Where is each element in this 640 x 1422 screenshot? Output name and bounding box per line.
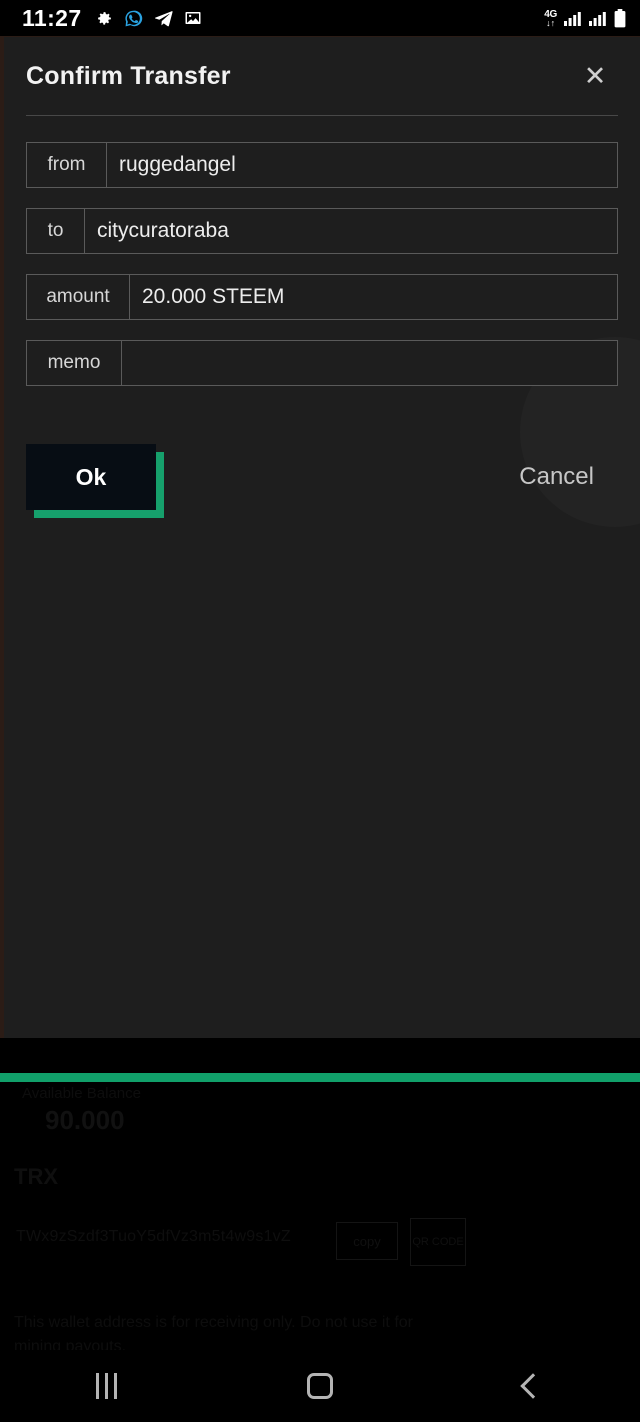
dialog-actions: Ok Cancel xyxy=(4,444,640,518)
gallery-icon xyxy=(185,12,201,24)
home-button[interactable] xyxy=(213,1350,426,1422)
field-value-amount[interactable]: 20.000 STEEM xyxy=(130,275,617,319)
battery-icon xyxy=(614,8,626,27)
field-row-amount: amount 20.000 STEEM xyxy=(26,274,618,320)
signal-strength-icon-sim1 xyxy=(564,11,581,26)
telegram-icon xyxy=(154,10,173,26)
back-button[interactable] xyxy=(427,1350,640,1422)
background-balance-label: Available Balance xyxy=(22,1085,141,1102)
page-title: Confirm Transfer xyxy=(26,61,231,90)
background-wallet-address: TWx9zSzdf3TuoY5dfVz3m5t4w9s1vZ xyxy=(16,1228,291,1245)
ok-button[interactable]: Ok xyxy=(26,444,156,510)
field-value-memo[interactable] xyxy=(122,341,617,385)
home-icon xyxy=(306,1373,333,1399)
status-bar: 11:27 4G ↓↑ xyxy=(0,0,640,36)
network-traffic-arrows: ↓↑ xyxy=(546,17,556,28)
background-balance-value: 90.000 xyxy=(45,1105,125,1135)
chevron-left-icon xyxy=(520,1373,547,1399)
field-row-memo: memo xyxy=(26,340,618,386)
field-row-from: from ruggedangel xyxy=(26,142,618,188)
close-icon[interactable]: ✕ xyxy=(578,59,612,93)
cancel-button[interactable]: Cancel xyxy=(519,463,618,491)
status-bar-system-icons: 4G ↓↑ xyxy=(544,8,626,28)
transfer-fields: from ruggedangel to citycuratoraba amoun… xyxy=(4,116,640,386)
phone-screen: 11:27 4G ↓↑ Available Balance 90.000 TRX… xyxy=(0,0,640,1422)
background-copy-button[interactable]: copy xyxy=(336,1222,398,1260)
status-bar-clock: 11:27 xyxy=(22,4,82,31)
field-value-to[interactable]: citycuratoraba xyxy=(85,209,617,253)
field-label-from: from xyxy=(27,143,107,187)
android-navigation-bar xyxy=(0,1350,640,1422)
signal-strength-icon-sim2 xyxy=(589,11,606,26)
dialog-content: Confirm Transfer ✕ from ruggedangel to c… xyxy=(4,37,640,518)
background-note-line-1: This wallet address is for receiving onl… xyxy=(14,1314,413,1331)
status-bar-notification-icons xyxy=(96,9,202,28)
ok-button-wrapper: Ok xyxy=(26,444,164,518)
field-label-amount: amount xyxy=(27,275,130,319)
confirm-transfer-dialog: Confirm Transfer ✕ from ruggedangel to c… xyxy=(0,36,640,1038)
header-divider xyxy=(26,115,618,116)
field-value-from[interactable]: ruggedangel xyxy=(107,143,617,187)
network-type-indicator: 4G ↓↑ xyxy=(544,9,557,28)
background-qr-code-button[interactable]: QR CODE xyxy=(410,1218,466,1266)
accent-bar xyxy=(0,1073,640,1082)
field-row-to: to citycuratoraba xyxy=(26,208,618,254)
field-label-memo: memo xyxy=(27,341,122,385)
recents-button[interactable] xyxy=(0,1350,213,1422)
gear-icon xyxy=(97,11,111,25)
background-token-label: TRX xyxy=(14,1164,58,1189)
recents-icon xyxy=(96,1373,118,1399)
field-label-to: to xyxy=(27,209,85,253)
whatsapp-icon xyxy=(124,10,142,26)
dialog-header: Confirm Transfer ✕ xyxy=(4,37,640,115)
